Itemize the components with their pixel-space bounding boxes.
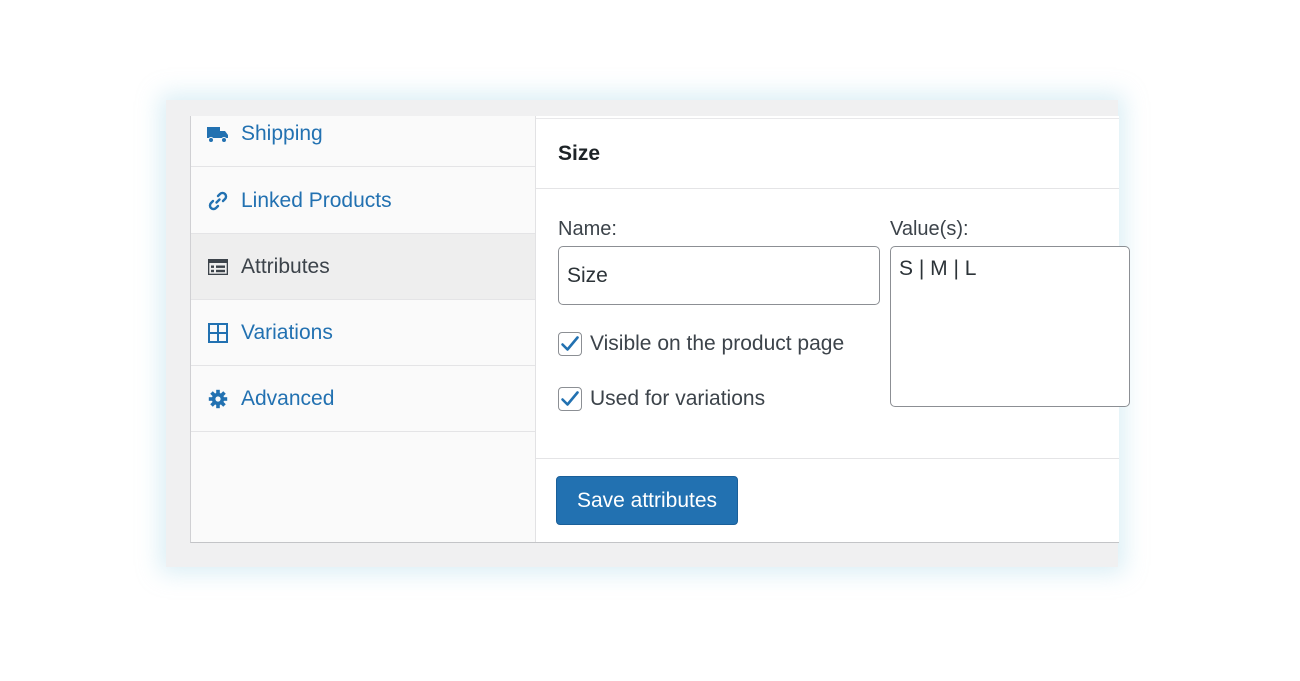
tab-linked-products[interactable]: Linked Products [191, 168, 535, 234]
tab-shipping[interactable]: Shipping [191, 101, 535, 167]
grid-icon [207, 322, 229, 344]
attribute-editor: Size Name: Value(s): S | M | L Visible o… [536, 116, 1130, 542]
toolbar-divider [536, 458, 1119, 459]
visible-on-product-page-label: Visible on the product page [590, 332, 845, 355]
used-for-variations-checkbox[interactable] [558, 387, 582, 411]
save-attributes-button[interactable]: Save attributes [556, 476, 738, 525]
checkmark-icon [561, 336, 579, 351]
tab-label: Shipping [241, 121, 323, 145]
list-table-icon [207, 256, 229, 278]
tab-variations[interactable]: Variations [191, 300, 535, 366]
attribute-title: Size [558, 142, 601, 165]
used-for-variations-label: Used for variations [590, 387, 766, 410]
values-label: Value(s): [890, 218, 969, 240]
visible-on-product-page-checkbox[interactable] [558, 332, 582, 356]
gear-icon [207, 388, 229, 410]
attribute-values-textarea[interactable]: S | M | L [890, 246, 1130, 407]
product-data-tabs: Shipping Linked Products Attributes Vari… [191, 116, 536, 542]
product-data-frame: Shipping Linked Products Attributes Vari… [166, 100, 1130, 567]
attribute-name-input[interactable] [558, 246, 880, 305]
used-for-variations-row: Used for variations [558, 387, 765, 411]
tab-label: Attributes [241, 254, 330, 278]
tab-label: Linked Products [241, 188, 392, 212]
product-data-panel: Shipping Linked Products Attributes Vari… [190, 116, 1130, 543]
checkmark-icon [561, 391, 579, 406]
link-icon [207, 190, 229, 212]
name-label: Name: [558, 218, 617, 240]
attribute-header[interactable]: Size [536, 118, 1119, 189]
tab-label: Variations [241, 320, 333, 344]
tab-advanced[interactable]: Advanced [191, 366, 535, 432]
tab-label: Advanced [241, 386, 335, 410]
truck-icon [207, 123, 229, 145]
visible-on-product-page-row: Visible on the product page [558, 332, 844, 356]
tab-attributes[interactable]: Attributes [191, 234, 535, 300]
